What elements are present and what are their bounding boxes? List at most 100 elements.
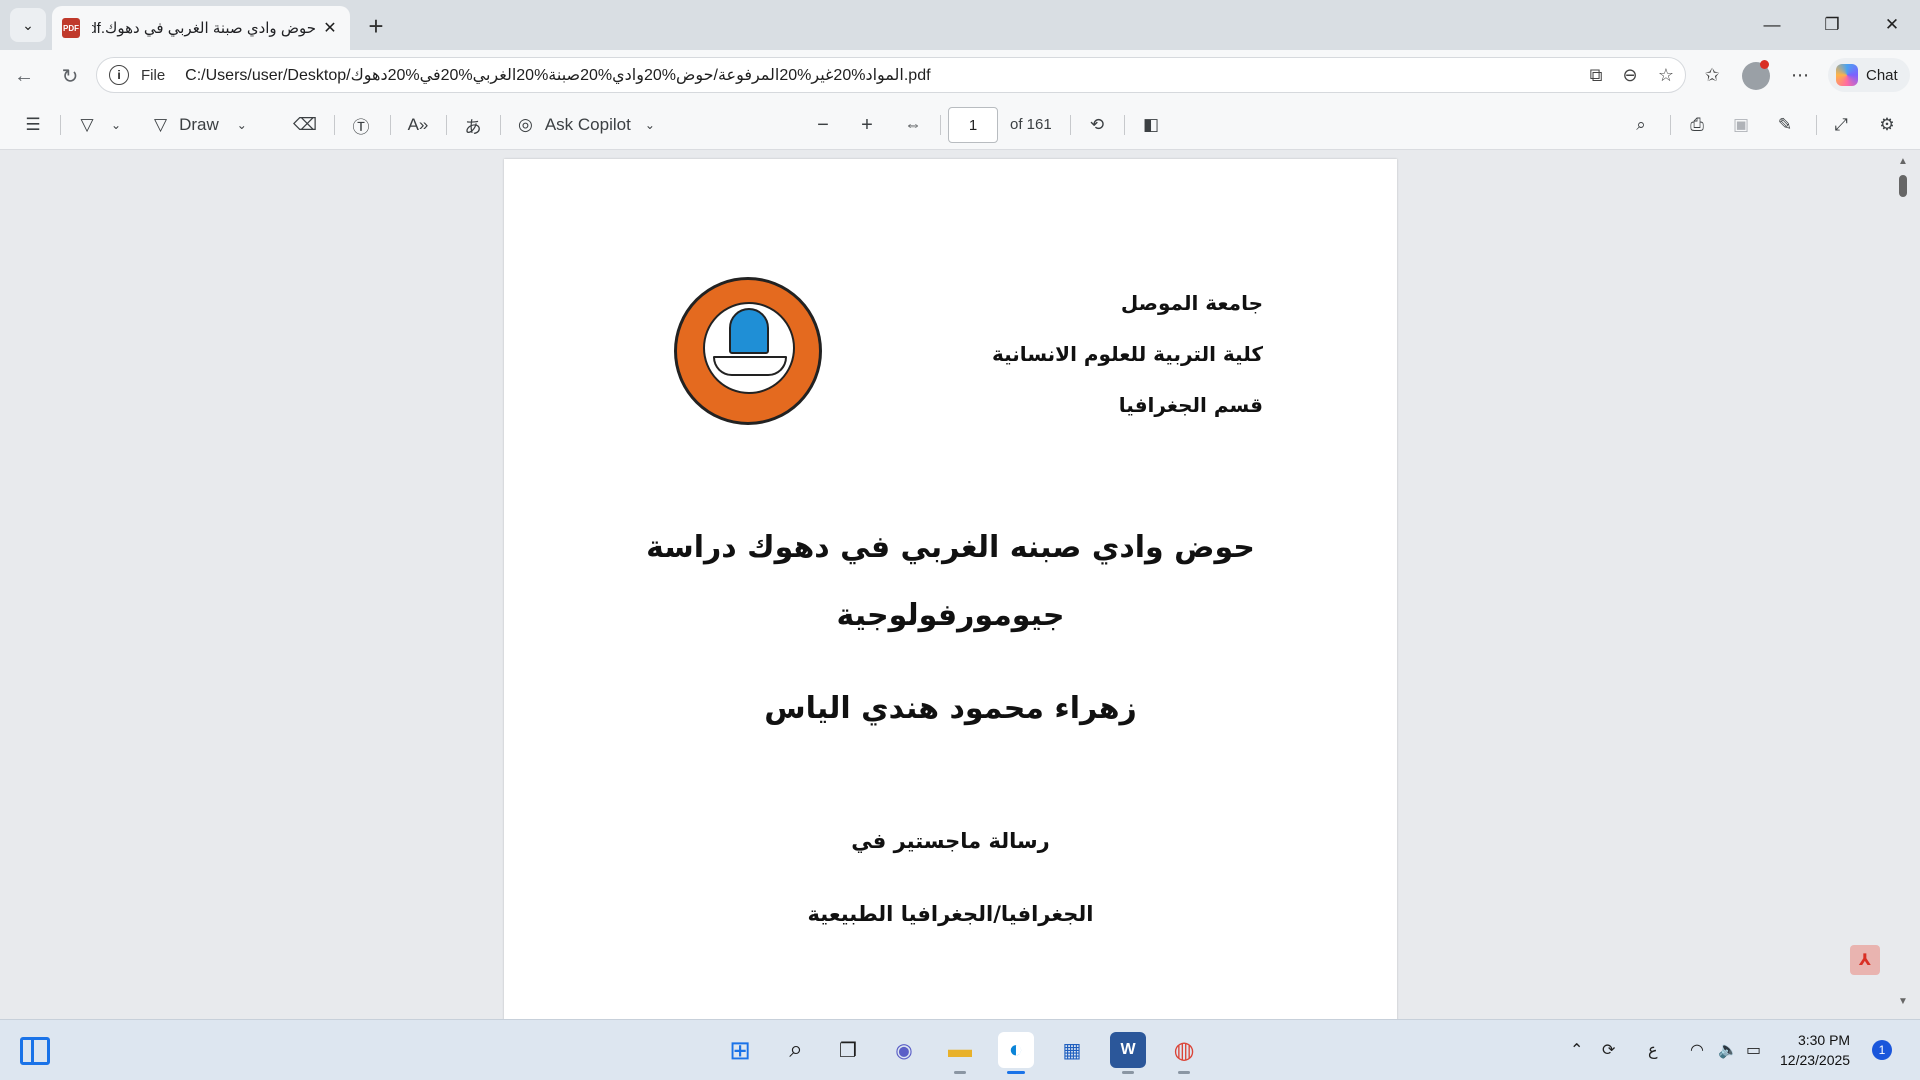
seal-dome-emblem — [729, 308, 769, 354]
tab-actions-menu-button[interactable]: ⌄ — [10, 8, 46, 42]
new-tab-button[interactable]: + — [360, 10, 392, 42]
zoom-out-button[interactable]: − — [808, 110, 838, 140]
translate-icon[interactable]: あ — [456, 110, 490, 140]
page-number-input[interactable]: 1 — [948, 107, 998, 143]
tab-strip: ⌄ PDF حوض وادي صبنة الغربي في دهوك.pdf ✕… — [0, 0, 1920, 50]
clock-date: 12/23/2025 — [1780, 1052, 1851, 1068]
pdf-page: جامعة الموصل كلية التربية للعلوم الانسان… — [504, 159, 1397, 1019]
copilot-outline-icon: ◎ — [518, 115, 533, 134]
read-aloud-icon[interactable]: A» — [402, 110, 434, 140]
taskbar: ⊞ ⌕ ❐ ◉ ▬ ◐ ▦ W ◍ ⌃ ⟳ ع ◠ 🔈 ▭ 3:30 PM 12… — [0, 1019, 1920, 1080]
task-view-icon[interactable]: ❐ — [830, 1032, 866, 1068]
system-clock[interactable]: 3:30 PM 12/23/2025 — [1780, 1030, 1850, 1070]
toolbar-separator — [390, 115, 391, 135]
back-button[interactable]: ← — [8, 60, 40, 92]
toolbar-separator — [60, 115, 61, 135]
page-view-icon[interactable]: ◧ — [1136, 110, 1166, 140]
edge-browser-icon[interactable]: ◐ — [998, 1032, 1034, 1074]
page-count-label: of 161 — [1010, 116, 1052, 133]
vertical-scrollbar[interactable]: ▲ ▼ — [1894, 151, 1912, 1019]
zoom-in-button[interactable]: + — [852, 110, 882, 140]
scrollbar-thumb[interactable] — [1899, 175, 1907, 197]
pdf-viewport[interactable]: جامعة الموصل كلية التربية للعلوم الانسان… — [0, 151, 1920, 1019]
sync-icon[interactable]: ⟳ — [1602, 1040, 1615, 1060]
word-icon[interactable]: W — [1110, 1032, 1146, 1074]
notification-badge[interactable]: 1 — [1872, 1040, 1892, 1060]
windows-start-icon[interactable]: ⊞ — [722, 1032, 758, 1068]
ask-copilot-button[interactable]: ◎ Ask Copilot ⌄ — [518, 110, 678, 140]
start-button-icon[interactable] — [20, 1037, 50, 1065]
wifi-icon[interactable]: ◠ — [1690, 1040, 1704, 1060]
draw-options-chevron-icon[interactable]: ⌄ — [237, 118, 247, 132]
active-indicator — [1007, 1071, 1025, 1074]
seal-inner-circle — [703, 302, 795, 394]
search-icon[interactable]: ⌕ — [1626, 110, 1656, 140]
input-language-indicator[interactable]: ع — [1648, 1040, 1658, 1060]
file-explorer-icon[interactable]: ▬ — [942, 1032, 978, 1074]
scroll-down-arrow-icon[interactable]: ▼ — [1898, 997, 1908, 1007]
university-name: جامعة الموصل — [1120, 291, 1263, 315]
print-icon[interactable]: ⎙ — [1682, 110, 1712, 140]
contents-icon[interactable]: ☰ — [18, 110, 48, 140]
immersive-reader-icon[interactable]: ⧉ — [1580, 59, 1612, 91]
fullscreen-icon[interactable]: ⤢ — [1826, 110, 1856, 140]
toolbar-separator — [334, 115, 335, 135]
restore-button[interactable]: ❐ — [1812, 10, 1852, 40]
chrome-icon[interactable]: ◍ — [1166, 1032, 1202, 1074]
battery-icon[interactable]: ▭ — [1746, 1040, 1761, 1060]
running-indicator — [1178, 1071, 1190, 1074]
profile-alert-dot — [1760, 60, 1769, 69]
chevron-down-icon: ⌄ — [22, 16, 34, 33]
degree-line: رسالة ماجستير في — [851, 829, 1050, 853]
scroll-up-arrow-icon[interactable]: ▲ — [1898, 157, 1908, 167]
toolbar-separator — [940, 115, 941, 135]
address-bar[interactable]: i File C:/Users/user/Desktop/المواد%20غي… — [96, 57, 1686, 93]
microsoft-store-icon[interactable]: ▦ — [1054, 1032, 1090, 1068]
toolbar-separator — [1670, 115, 1671, 135]
acrobat-icon[interactable]: ⅄ — [1850, 945, 1880, 975]
draw-label: Draw — [179, 115, 219, 134]
chat-label: Chat — [1866, 66, 1898, 84]
institution-header: جامعة الموصل كلية التربية للعلوم الانسان… — [992, 285, 1263, 438]
save-as-icon[interactable]: ✎ — [1770, 110, 1800, 140]
toolbar-separator — [1816, 115, 1817, 135]
scheme-label: File — [141, 66, 166, 84]
eraser-icon[interactable]: ⌫ — [290, 110, 320, 140]
author-name: زهراء محمود هندي الياس — [764, 691, 1137, 726]
zoom-out-icon[interactable]: ⊖ — [1614, 59, 1646, 91]
department-name: قسم الجغرافيا — [1118, 393, 1263, 417]
show-hidden-icons-chevron-icon[interactable]: ⌃ — [1570, 1040, 1583, 1060]
university-seal-logo — [674, 277, 822, 425]
browser-tab[interactable]: PDF حوض وادي صبنة الغربي في دهوك.pdf ✕ — [52, 6, 350, 50]
volume-icon[interactable]: 🔈 — [1718, 1040, 1738, 1060]
more-options-icon[interactable]: ⋯ — [1784, 59, 1816, 91]
rotate-icon[interactable]: ⟲ — [1082, 110, 1112, 140]
favorites-icon[interactable]: ✩ — [1696, 59, 1728, 91]
toolbar-separator — [1124, 115, 1125, 135]
save-icon[interactable]: ▣ — [1726, 110, 1756, 140]
settings-gear-icon[interactable]: ⚙ — [1872, 110, 1902, 140]
minimize-button[interactable]: — — [1752, 10, 1792, 40]
url-text[interactable]: C:/Users/user/Desktop/المواد%20غير%20الم… — [185, 65, 930, 85]
close-window-button[interactable]: ✕ — [1872, 10, 1912, 40]
college-name: كلية التربية للعلوم الانسانية — [992, 342, 1263, 366]
running-indicator — [954, 1071, 966, 1074]
highlight-options-chevron-icon[interactable]: ⌄ — [106, 110, 126, 140]
thesis-title-line1: حوض وادي صبنه الغربي في دهوك دراسة — [646, 530, 1255, 565]
ask-copilot-chevron-icon[interactable]: ⌄ — [645, 118, 655, 132]
draw-button[interactable]: ▽ Draw ⌄ — [154, 110, 274, 140]
add-text-icon[interactable]: Ⓣ — [346, 110, 376, 140]
refresh-button[interactable]: ↻ — [54, 60, 86, 92]
ask-copilot-label: Ask Copilot — [544, 115, 631, 134]
toolbar-separator — [446, 115, 447, 135]
fit-to-width-icon[interactable]: ⇔ — [898, 110, 928, 140]
highlight-icon[interactable]: ▽ — [72, 110, 102, 140]
search-taskbar-icon[interactable]: ⌕ — [778, 1032, 814, 1068]
copilot-chat-button[interactable]: Chat — [1828, 58, 1910, 92]
favorite-star-icon[interactable]: ☆ — [1650, 59, 1682, 91]
close-tab-icon[interactable]: ✕ — [320, 18, 340, 38]
teams-chat-icon[interactable]: ◉ — [886, 1032, 922, 1068]
info-icon[interactable]: i — [109, 65, 129, 85]
seal-open-book-emblem — [713, 356, 787, 376]
tab-title: حوض وادي صبنة الغربي في دهوك.pdf — [92, 20, 316, 37]
